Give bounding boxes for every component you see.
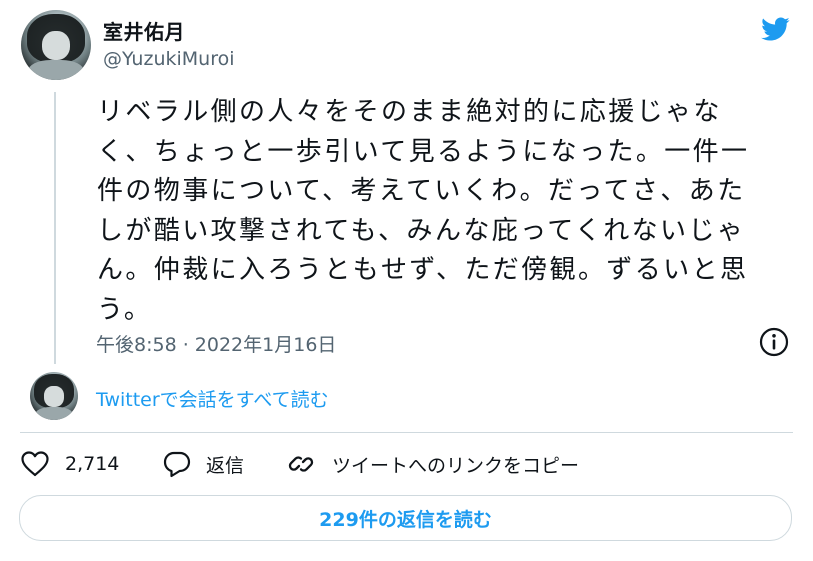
thread-avatar[interactable]	[30, 372, 78, 420]
copy-link-label: ツイートへのリンクをコピー	[332, 454, 580, 477]
copy-link-button[interactable]: ツイートへのリンクをコピー	[286, 449, 579, 479]
divider	[20, 432, 793, 433]
link-icon	[288, 456, 314, 472]
author-avatar[interactable]	[21, 10, 91, 80]
tweet-timestamp[interactable]: 午後8:58 · 2022年1月16日	[96, 330, 336, 357]
reply-button[interactable]: 返信	[162, 449, 244, 479]
author-handle[interactable]: @YuzukiMuroi	[103, 48, 235, 70]
twitter-bird-icon[interactable]	[758, 14, 792, 44]
author-display-name[interactable]: 室井佑月	[103, 16, 185, 45]
like-button[interactable]: 2,714	[20, 449, 119, 479]
read-thread-link[interactable]: Twitterで会話をすべて読む	[96, 385, 329, 412]
reply-label: 返信	[206, 454, 245, 477]
heart-icon	[21, 451, 49, 477]
tweet-text: リベラル側の人々をそのまま絶対的に応援じゃな く、ちょっと一歩引いて見るようにな…	[97, 97, 750, 325]
info-icon[interactable]	[759, 327, 789, 357]
read-replies-button[interactable]: 229件の返信を読む	[19, 495, 792, 541]
thread-line	[54, 92, 56, 364]
reply-bubble-icon	[163, 451, 191, 478]
like-count: 2,714	[65, 453, 120, 475]
